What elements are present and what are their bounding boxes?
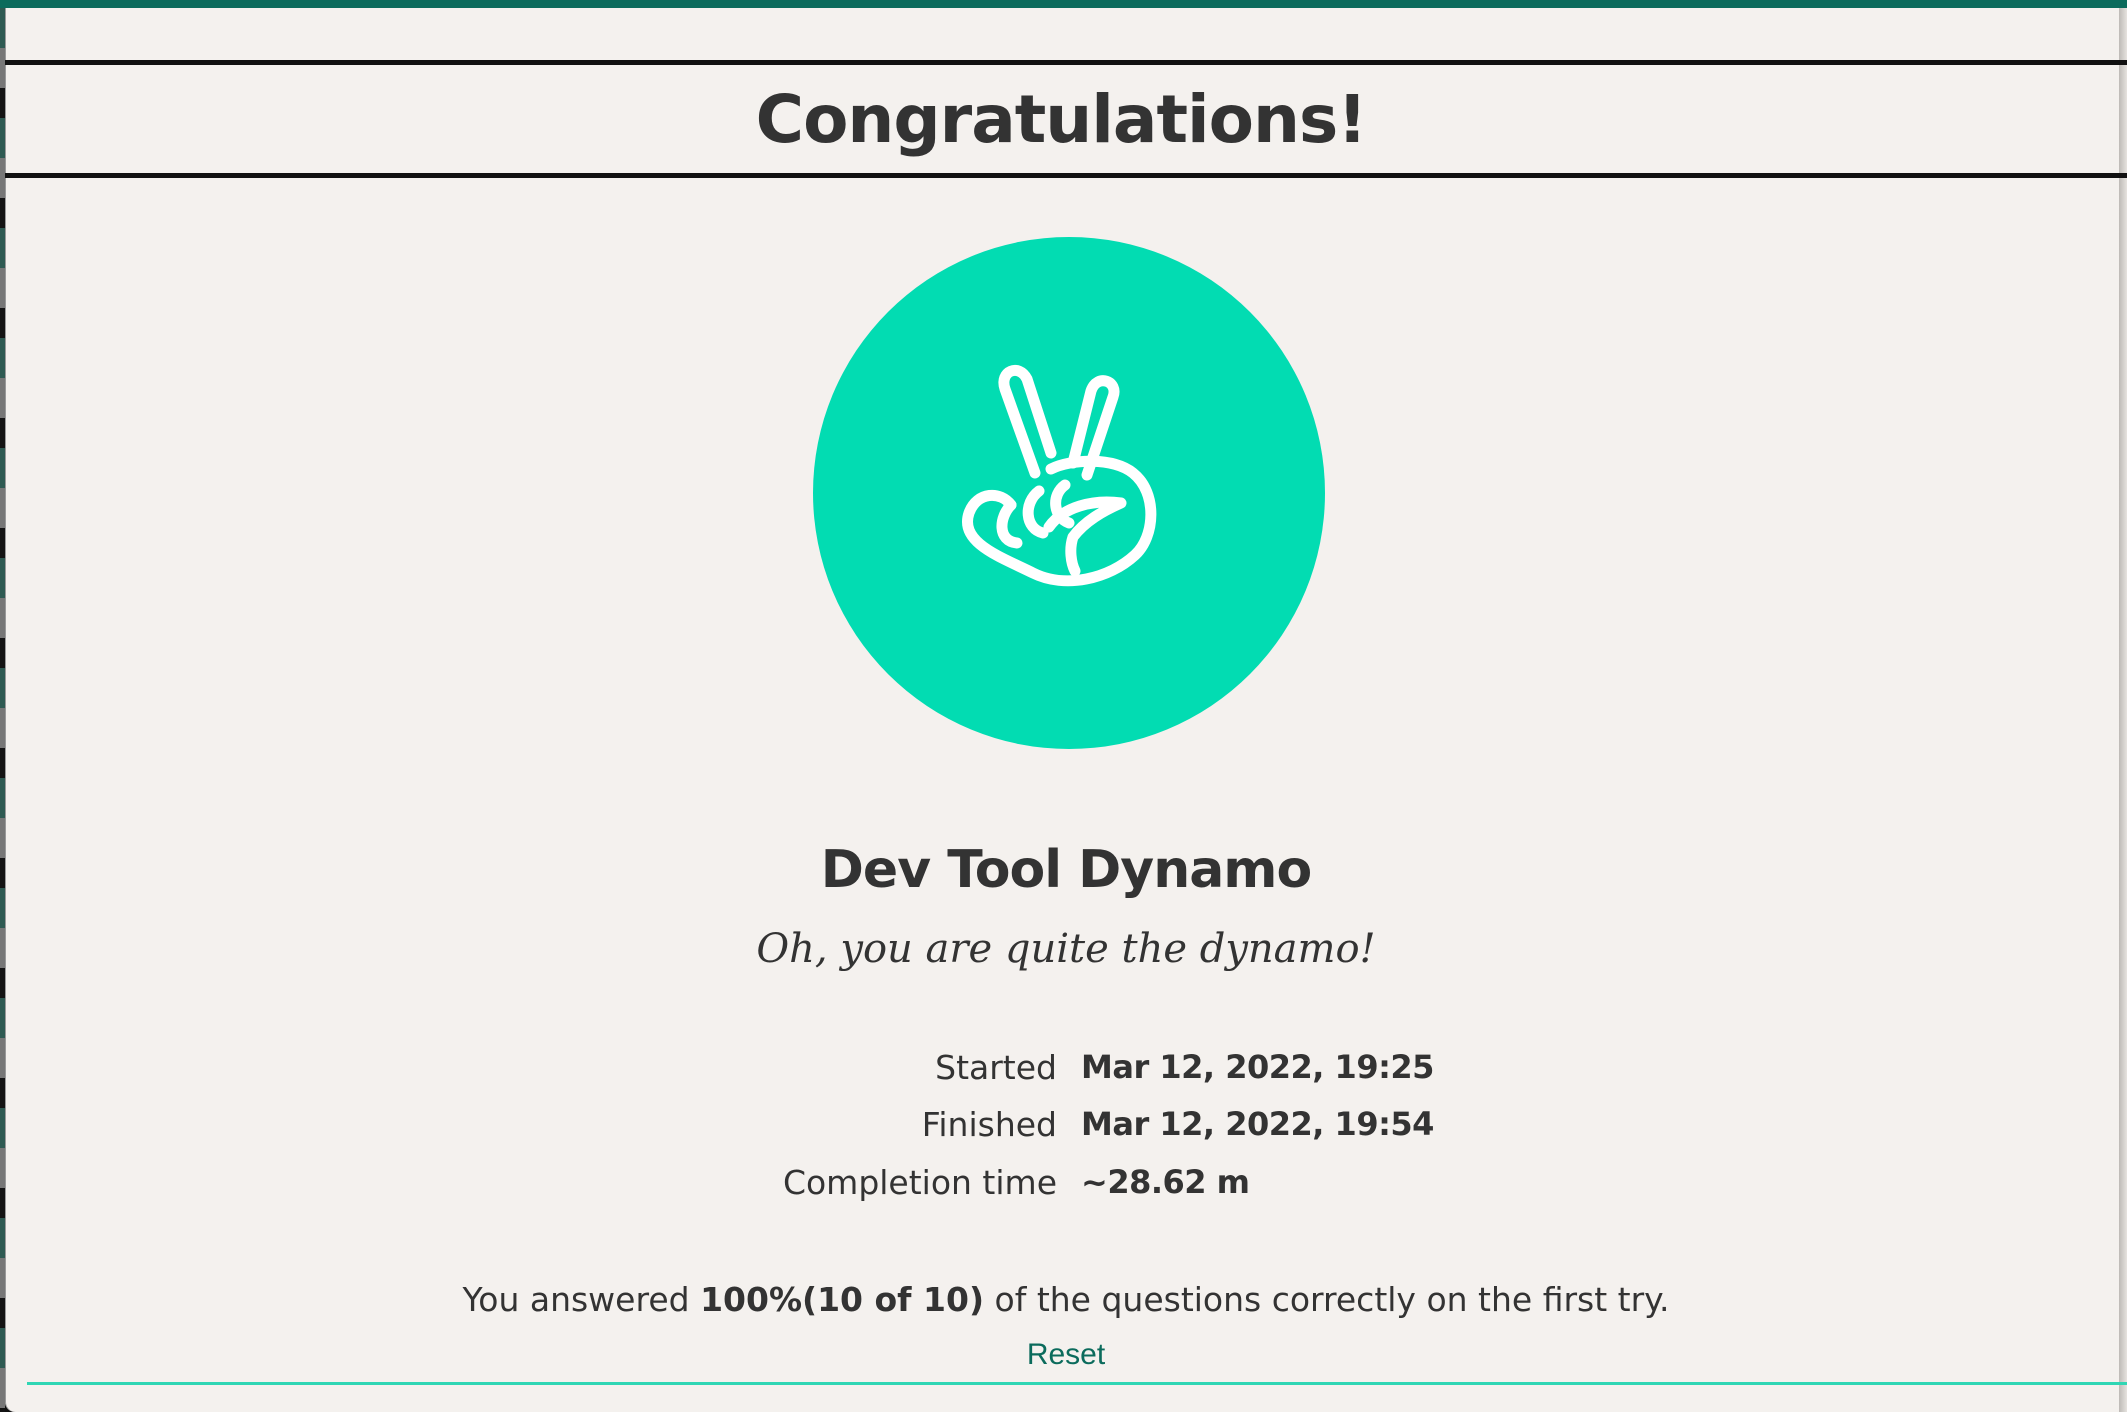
reset-link-row: Reset	[5, 1338, 2127, 1372]
stat-value: Mar 12, 2022, 19:54	[1081, 1105, 1434, 1143]
stat-row-started: Started Mar 12, 2022, 19:25	[5, 1048, 2127, 1098]
stat-label: Finished	[921, 1105, 1057, 1144]
stat-row-completion-time: Completion time ~28.62 m	[5, 1163, 2127, 1213]
top-accent-bar	[0, 0, 2127, 8]
peace-hand-icon	[962, 364, 1157, 587]
stat-label: Started	[935, 1048, 1057, 1087]
badge-subtitle: Oh, you are quite the dynamo!	[756, 926, 1376, 972]
browser-viewport: Congratulations! Dev Tool Dynamo Oh, you…	[0, 0, 2127, 1412]
bottom-divider	[27, 1382, 2127, 1385]
result-summary: You answered 100%(10 of 10) of the quest…	[5, 1280, 2127, 1319]
stat-label: Completion time	[782, 1163, 1057, 1202]
badge-image	[813, 237, 1325, 749]
result-prefix: You answered	[462, 1280, 701, 1319]
badge-title: Dev Tool Dynamo	[820, 840, 1312, 900]
results-panel: Congratulations! Dev Tool Dynamo Oh, you…	[5, 8, 2127, 1412]
result-suffix: of the questions correctly on the first …	[984, 1280, 1670, 1319]
stat-value: ~28.62 m	[1081, 1163, 1250, 1201]
title-band: Congratulations!	[5, 60, 2127, 178]
page-title: Congratulations!	[755, 80, 1368, 158]
result-score: 100%(10 of 10)	[700, 1280, 985, 1319]
stat-row-finished: Finished Mar 12, 2022, 19:54	[5, 1105, 2127, 1155]
reset-link[interactable]: Reset	[1027, 1338, 1105, 1371]
stat-value: Mar 12, 2022, 19:25	[1081, 1048, 1434, 1086]
